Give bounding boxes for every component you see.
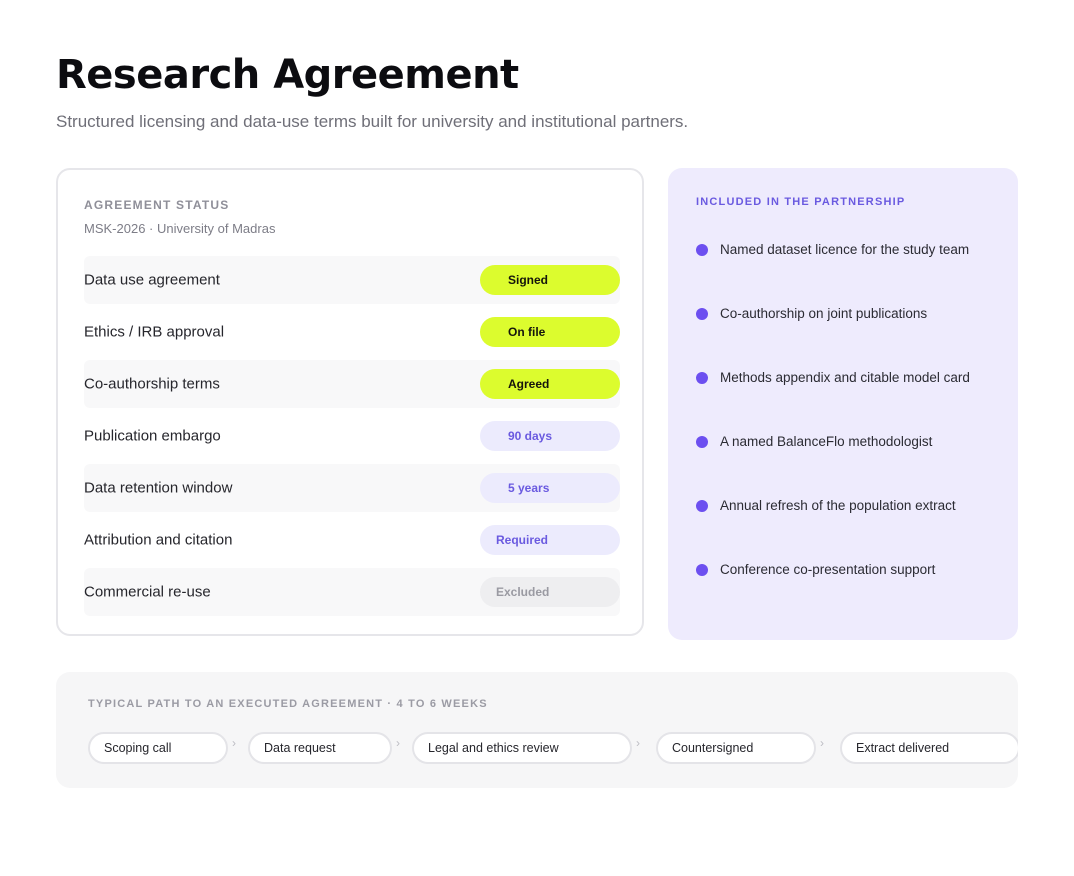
agreement-reference: MSK-2026 · University of Madras [84,221,276,236]
status-row-embargo: Publication embargo 90 days [84,412,620,460]
bullet-dot-icon [696,308,708,320]
included-item-text: Co-authorship on joint publications [720,306,928,321]
page-title: Research Agreement [56,52,519,98]
path-step-countersigned: Countersigned [656,732,816,764]
status-badge-retention: 5 years [480,473,620,503]
status-row-label: Publication embargo [84,427,221,445]
bullet-dot-icon [696,372,708,384]
included-item-text: Named dataset licence for the study team [720,242,970,257]
status-row-label: Data use agreement [84,271,220,289]
page-subtitle: Structured licensing and data-use terms … [56,112,689,131]
status-row-label: Data retention window [84,479,233,497]
status-row-coauthorship: Co-authorship terms Agreed [84,360,620,408]
included-item-text: Methods appendix and citable model card [720,370,970,385]
path-step-data-request: Data request [248,732,392,764]
chevron-right-icon: › [820,736,824,750]
agreement-status-card: AGREEMENT STATUS MSK-2026 · University o… [56,168,644,636]
path-step-legal-ethics-review: Legal and ethics review [412,732,632,764]
status-row-label: Attribution and citation [84,531,233,549]
bullet-dot-icon [696,436,708,448]
status-row-data-use: Data use agreement Signed [84,256,620,304]
chevron-right-icon: › [636,736,640,750]
status-badge-embargo: 90 days [480,421,620,451]
status-row-label: Ethics / IRB approval [84,323,225,341]
status-badge-excluded: Excluded [480,577,620,607]
included-item-text: Annual refresh of the population extract [720,498,956,513]
status-badge-on-file: On file [480,317,620,347]
path-step-extract-delivered: Extract delivered [840,732,1018,764]
status-row-attribution: Attribution and citation Required [84,516,620,564]
status-row-commercial: Commercial re-use Excluded [84,568,620,616]
status-row-retention: Data retention window 5 years [84,464,620,512]
status-badge-signed: Signed [480,265,620,295]
included-panel: INCLUDED IN THE PARTNERSHIP Named datase… [668,168,1018,640]
included-eyebrow: INCLUDED IN THE PARTNERSHIP [696,196,906,208]
chevron-right-icon: › [232,736,236,750]
status-badge-agreed: Agreed [480,369,620,399]
path-eyebrow: TYPICAL PATH TO AN EXECUTED AGREEMENT · … [88,698,488,710]
included-item-text: A named BalanceFlo methodologist [720,434,933,449]
status-row-label: Commercial re-use [84,583,211,601]
included-item-text: Conference co-presentation support [720,562,936,577]
status-row-label: Co-authorship terms [84,375,220,393]
status-eyebrow: AGREEMENT STATUS [84,198,230,212]
status-row-ethics: Ethics / IRB approval On file [84,308,620,356]
status-badge-required: Required [480,525,620,555]
bullet-dot-icon [696,500,708,512]
bullet-dot-icon [696,564,708,576]
agreement-path-strip: TYPICAL PATH TO AN EXECUTED AGREEMENT · … [56,672,1018,788]
path-step-scoping-call: Scoping call [88,732,228,764]
status-rows: Data use agreement Signed Ethics / IRB a… [84,256,620,620]
chevron-right-icon: › [396,736,400,750]
bullet-dot-icon [696,244,708,256]
